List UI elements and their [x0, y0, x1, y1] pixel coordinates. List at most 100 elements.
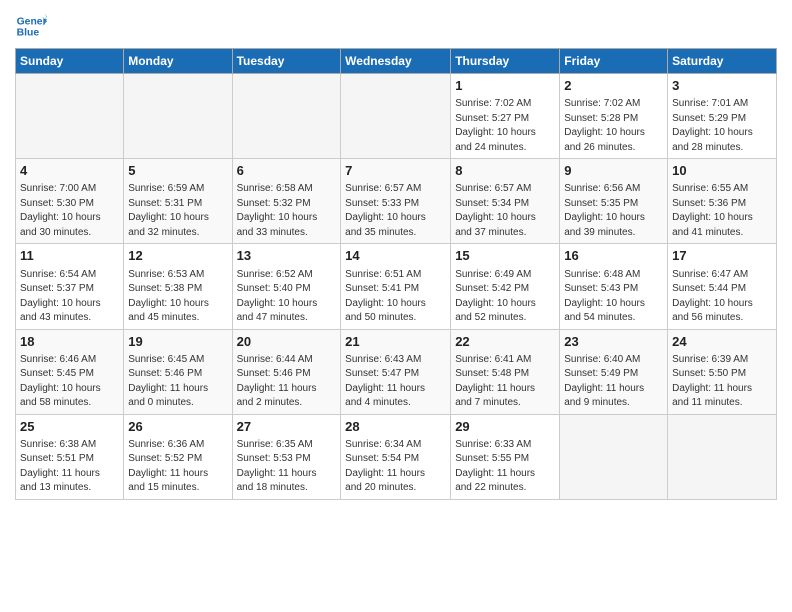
calendar-cell: 4 Sunrise: 7:00 AMSunset: 5:30 PMDaylight… [16, 159, 124, 244]
day-info: Sunrise: 6:43 AMSunset: 5:47 PMDaylight:… [345, 353, 446, 411]
day-info: Sunrise: 6:51 AMSunset: 5:41 PMDaylight:… [345, 268, 446, 326]
day-info: Sunrise: 6:41 AMSunset: 5:48 PMDaylight:… [455, 353, 555, 411]
calendar-cell: 10 Sunrise: 6:55 AMSunset: 5:36 PMDayligh… [668, 159, 777, 244]
day-info: Sunrise: 6:47 AMSunset: 5:44 PMDaylight:… [672, 268, 772, 326]
calendar-week-3: 11Sunrise: 6:54 AMSunset: 5:37 PMDayligh… [16, 244, 777, 329]
day-number: 28 [345, 418, 446, 436]
day-number: 14 [345, 247, 446, 265]
day-number: 15 [455, 247, 555, 265]
day-info: Sunrise: 6:55 AMSunset: 5:36 PMDaylight:… [672, 182, 772, 240]
day-info: Sunrise: 6:35 AMSunset: 5:53 PMDaylight:… [237, 438, 337, 496]
day-number: 20 [237, 333, 337, 351]
calendar-cell: 28 Sunrise: 6:34 AMSunset: 5:54 PMDayligh… [341, 414, 451, 499]
day-info: Sunrise: 6:44 AMSunset: 5:46 PMDaylight:… [237, 353, 337, 411]
day-info: Sunrise: 6:40 AMSunset: 5:49 PMDaylight:… [564, 353, 663, 411]
day-info: Sunrise: 6:58 AMSunset: 5:32 PMDaylight:… [237, 182, 337, 240]
calendar-cell: 2 Sunrise: 7:02 AMSunset: 5:28 PMDaylight… [560, 74, 668, 159]
calendar-cell: 25 Sunrise: 6:38 AMSunset: 5:51 PMDayligh… [16, 414, 124, 499]
calendar-cell: 21 Sunrise: 6:43 AMSunset: 5:47 PMDayligh… [341, 329, 451, 414]
weekday-header-friday: Friday [560, 49, 668, 74]
day-number: 16 [564, 247, 663, 265]
day-info: Sunrise: 6:36 AMSunset: 5:52 PMDaylight:… [128, 438, 227, 496]
calendar-cell: 29 Sunrise: 6:33 AMSunset: 5:55 PMDayligh… [451, 414, 560, 499]
calendar-cell: 5Sunrise: 6:59 AMSunset: 5:31 PMDaylight… [124, 159, 232, 244]
day-number: 24 [672, 333, 772, 351]
day-number: 9 [564, 162, 663, 180]
day-number: 7 [345, 162, 446, 180]
calendar-cell [16, 74, 124, 159]
logo: General Blue [15, 10, 51, 42]
weekday-header-monday: Monday [124, 49, 232, 74]
day-info: Sunrise: 6:52 AMSunset: 5:40 PMDaylight:… [237, 268, 337, 326]
calendar-cell [560, 414, 668, 499]
day-number: 26 [128, 418, 227, 436]
weekday-header-sunday: Sunday [16, 49, 124, 74]
day-number: 29 [455, 418, 555, 436]
calendar-cell: 23 Sunrise: 6:40 AMSunset: 5:49 PMDayligh… [560, 329, 668, 414]
calendar-cell: 17 Sunrise: 6:47 AMSunset: 5:44 PMDayligh… [668, 244, 777, 329]
calendar-cell: 1 Sunrise: 7:02 AMSunset: 5:27 PMDaylight… [451, 74, 560, 159]
day-number: 25 [20, 418, 119, 436]
day-info: Sunrise: 6:46 AMSunset: 5:45 PMDaylight:… [20, 353, 119, 411]
day-info: Sunrise: 6:49 AMSunset: 5:42 PMDaylight:… [455, 268, 555, 326]
calendar-cell: 14 Sunrise: 6:51 AMSunset: 5:41 PMDayligh… [341, 244, 451, 329]
calendar-week-5: 25 Sunrise: 6:38 AMSunset: 5:51 PMDayligh… [16, 414, 777, 499]
calendar-cell: 6Sunrise: 6:58 AMSunset: 5:32 PMDaylight… [232, 159, 341, 244]
calendar-week-1: 1 Sunrise: 7:02 AMSunset: 5:27 PMDaylight… [16, 74, 777, 159]
calendar-week-2: 4 Sunrise: 7:00 AMSunset: 5:30 PMDaylight… [16, 159, 777, 244]
day-info: Sunrise: 6:53 AMSunset: 5:38 PMDaylight:… [128, 268, 227, 326]
calendar-cell: 9 Sunrise: 6:56 AMSunset: 5:35 PMDaylight… [560, 159, 668, 244]
calendar-cell [124, 74, 232, 159]
calendar-cell: 8 Sunrise: 6:57 AMSunset: 5:34 PMDaylight… [451, 159, 560, 244]
day-info: Sunrise: 6:57 AMSunset: 5:34 PMDaylight:… [455, 182, 555, 240]
day-number: 22 [455, 333, 555, 351]
day-number: 8 [455, 162, 555, 180]
calendar-cell [232, 74, 341, 159]
day-info: Sunrise: 6:38 AMSunset: 5:51 PMDaylight:… [20, 438, 119, 496]
day-info: Sunrise: 6:34 AMSunset: 5:54 PMDaylight:… [345, 438, 446, 496]
day-number: 4 [20, 162, 119, 180]
day-info: Sunrise: 6:57 AMSunset: 5:33 PMDaylight:… [345, 182, 446, 240]
day-info: Sunrise: 7:00 AMSunset: 5:30 PMDaylight:… [20, 182, 119, 240]
day-info: Sunrise: 6:48 AMSunset: 5:43 PMDaylight:… [564, 268, 663, 326]
calendar-cell: 12 Sunrise: 6:53 AMSunset: 5:38 PMDayligh… [124, 244, 232, 329]
day-number: 2 [564, 77, 663, 95]
day-number: 23 [564, 333, 663, 351]
calendar-cell: 18 Sunrise: 6:46 AMSunset: 5:45 PMDayligh… [16, 329, 124, 414]
calendar-week-4: 18 Sunrise: 6:46 AMSunset: 5:45 PMDayligh… [16, 329, 777, 414]
day-info: Sunrise: 7:02 AMSunset: 5:28 PMDaylight:… [564, 97, 663, 155]
day-number: 18 [20, 333, 119, 351]
calendar-table: SundayMondayTuesdayWednesdayThursdayFrid… [15, 48, 777, 500]
weekday-header-wednesday: Wednesday [341, 49, 451, 74]
weekday-header-tuesday: Tuesday [232, 49, 341, 74]
weekday-header-saturday: Saturday [668, 49, 777, 74]
day-info: Sunrise: 6:33 AMSunset: 5:55 PMDaylight:… [455, 438, 555, 496]
header-row: SundayMondayTuesdayWednesdayThursdayFrid… [16, 49, 777, 74]
day-number: 10 [672, 162, 772, 180]
day-number: 13 [237, 247, 337, 265]
calendar-cell: 7 Sunrise: 6:57 AMSunset: 5:33 PMDaylight… [341, 159, 451, 244]
day-number: 1 [455, 77, 555, 95]
calendar-cell: 27 Sunrise: 6:35 AMSunset: 5:53 PMDayligh… [232, 414, 341, 499]
calendar-cell: 24Sunrise: 6:39 AMSunset: 5:50 PMDayligh… [668, 329, 777, 414]
day-number: 3 [672, 77, 772, 95]
calendar-cell: 11Sunrise: 6:54 AMSunset: 5:37 PMDayligh… [16, 244, 124, 329]
day-info: Sunrise: 6:45 AMSunset: 5:46 PMDaylight:… [128, 353, 227, 411]
weekday-header-thursday: Thursday [451, 49, 560, 74]
day-number: 19 [128, 333, 227, 351]
calendar-cell: 26 Sunrise: 6:36 AMSunset: 5:52 PMDayligh… [124, 414, 232, 499]
calendar-cell: 13 Sunrise: 6:52 AMSunset: 5:40 PMDayligh… [232, 244, 341, 329]
day-number: 21 [345, 333, 446, 351]
calendar-cell: 19 Sunrise: 6:45 AMSunset: 5:46 PMDayligh… [124, 329, 232, 414]
calendar-cell: 22 Sunrise: 6:41 AMSunset: 5:48 PMDayligh… [451, 329, 560, 414]
day-info: Sunrise: 6:56 AMSunset: 5:35 PMDaylight:… [564, 182, 663, 240]
day-number: 5 [128, 162, 227, 180]
calendar-cell: 20 Sunrise: 6:44 AMSunset: 5:46 PMDayligh… [232, 329, 341, 414]
day-number: 27 [237, 418, 337, 436]
calendar-cell: 15 Sunrise: 6:49 AMSunset: 5:42 PMDayligh… [451, 244, 560, 329]
day-info: Sunrise: 6:54 AMSunset: 5:37 PMDaylight:… [20, 268, 119, 326]
page-header: General Blue [15, 10, 777, 42]
day-number: 12 [128, 247, 227, 265]
day-info: Sunrise: 7:02 AMSunset: 5:27 PMDaylight:… [455, 97, 555, 155]
day-number: 17 [672, 247, 772, 265]
